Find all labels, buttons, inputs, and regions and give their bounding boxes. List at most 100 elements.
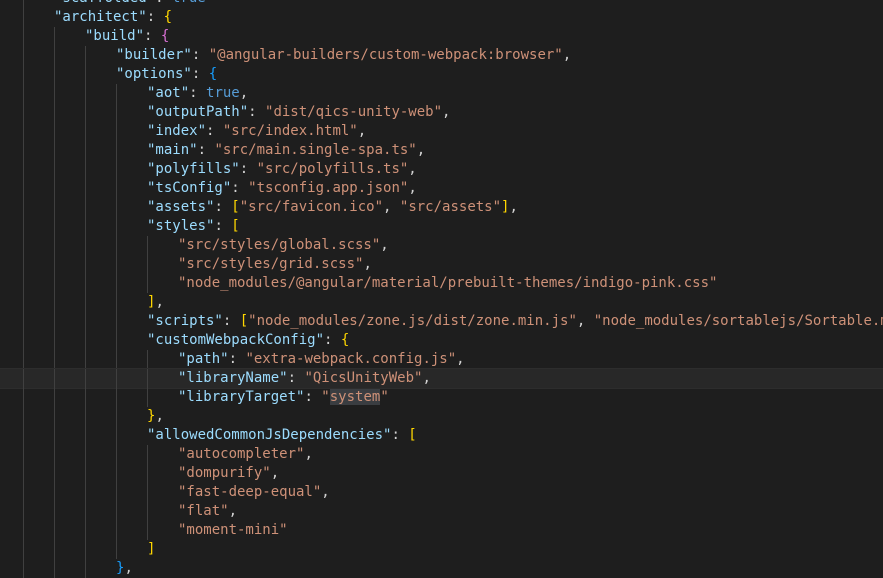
indent-guide <box>116 540 117 559</box>
code-line[interactable]: "index": "src/index.html", <box>0 122 883 141</box>
code-token: "node_modules/zone.js/dist/zone.min.js" <box>248 313 577 329</box>
code-line[interactable]: "allowedCommonJsDependencies": [ <box>0 426 883 445</box>
indent-guide <box>116 160 117 179</box>
code-content: "src/styles/grid.scss", <box>178 256 372 272</box>
code-token: "scripts" <box>147 313 223 329</box>
code-token: { <box>340 332 350 348</box>
indent-guide <box>54 540 55 559</box>
indent-guide <box>54 388 55 407</box>
code-line[interactable]: "scripts": ["node_modules/zone.js/dist/z… <box>0 312 883 331</box>
indent-guide <box>85 84 86 103</box>
code-line[interactable]: "customWebpackConfig": { <box>0 331 883 350</box>
code-line[interactable]: "outputPath": "dist/qics-unity-web", <box>0 103 883 122</box>
code-line[interactable]: ], <box>0 293 883 312</box>
code-token: "src/main.single-spa.ts" <box>214 142 417 158</box>
code-token: : <box>155 0 172 6</box>
code-token: { <box>208 66 218 82</box>
code-line[interactable]: "autocompleter", <box>0 445 883 464</box>
code-token: , <box>155 408 164 424</box>
code-line[interactable]: }, <box>0 407 883 426</box>
indent-guide <box>85 122 86 141</box>
indent-guide <box>147 274 148 293</box>
code-token: : <box>146 9 164 25</box>
indent-guide <box>85 559 86 578</box>
indent-guide <box>23 8 24 27</box>
indent-guide <box>54 502 55 521</box>
code-line[interactable]: "src/styles/grid.scss", <box>0 255 883 274</box>
code-token: "src/favicon.ico" <box>239 199 384 215</box>
indent-guide <box>116 217 117 236</box>
code-token: , <box>562 47 572 63</box>
code-line[interactable]: ] <box>0 540 883 559</box>
code-line-current[interactable]: "libraryName": "QicsUnityWeb", <box>0 368 883 389</box>
code-line[interactable]: "flat", <box>0 502 883 521</box>
code-token: "aot" <box>147 85 190 101</box>
indent-guide <box>54 255 55 274</box>
code-token: "scaffolded" <box>54 0 155 6</box>
code-line[interactable]: "fast-deep-equal", <box>0 483 883 502</box>
indent-guide <box>54 65 55 84</box>
code-token: "extra-webpack.config.js" <box>245 351 457 367</box>
code-line[interactable]: "main": "src/main.single-spa.ts", <box>0 141 883 160</box>
code-content: "polyfills": "src/polyfills.ts", <box>147 161 417 177</box>
indent-guide <box>116 369 117 388</box>
code-content: "assets": ["src/favicon.ico", "src/asset… <box>147 199 518 215</box>
code-token: "polyfills" <box>147 161 240 177</box>
code-token: "dompurify" <box>178 465 271 481</box>
indent-guide <box>23 350 24 369</box>
indent-guide <box>23 27 24 46</box>
indent-guide <box>147 255 148 274</box>
code-line[interactable]: "assets": ["src/favicon.ico", "src/asset… <box>0 198 883 217</box>
indent-guide <box>23 179 24 198</box>
code-line[interactable]: "polyfills": "src/polyfills.ts", <box>0 160 883 179</box>
code-line[interactable]: "architect": { <box>0 8 883 27</box>
code-token: : <box>287 370 305 386</box>
code-line[interactable]: "node_modules/@angular/material/prebuilt… <box>0 274 883 293</box>
indent-guide <box>85 65 86 84</box>
code-content: "builder": "@angular-builders/custom-web… <box>116 47 571 63</box>
indent-guide <box>23 293 24 312</box>
indent-guide <box>147 521 148 540</box>
indent-guide <box>116 502 117 521</box>
indent-guide <box>23 483 24 502</box>
indent-guide <box>54 122 55 141</box>
code-content: "build": { <box>85 28 169 44</box>
indent-guide <box>116 426 117 445</box>
code-token: , <box>380 237 389 253</box>
code-token: "src/index.html" <box>222 123 358 139</box>
indent-guide <box>54 160 55 179</box>
code-line[interactable]: "scaffolded": true <box>0 0 883 8</box>
code-line[interactable]: "moment-mini" <box>0 521 883 540</box>
code-line[interactable]: "src/styles/global.scss", <box>0 236 883 255</box>
code-token: : <box>304 389 322 405</box>
indent-guide <box>23 502 24 521</box>
code-line[interactable]: "build": { <box>0 27 883 46</box>
code-token: , <box>383 199 400 215</box>
code-token: , <box>456 351 465 367</box>
indent-guide <box>116 293 117 312</box>
code-token: "customWebpackConfig" <box>147 332 325 348</box>
code-line[interactable]: "dompurify", <box>0 464 883 483</box>
code-token: , <box>422 370 431 386</box>
code-line[interactable]: }, <box>0 559 883 578</box>
indent-guide <box>54 483 55 502</box>
indent-guide <box>54 217 55 236</box>
code-editor[interactable]: "scaffolded": true"architect": {"build":… <box>0 0 883 578</box>
code-line[interactable]: "builder": "@angular-builders/custom-web… <box>0 46 883 65</box>
code-line[interactable]: "libraryTarget": "system" <box>0 388 883 407</box>
code-line[interactable]: "styles": [ <box>0 217 883 236</box>
code-line[interactable]: "aot": true, <box>0 84 883 103</box>
code-token: , <box>228 503 238 519</box>
code-token: "dist/qics-unity-web" <box>265 104 443 120</box>
code-token: , <box>270 465 280 481</box>
code-content: }, <box>116 560 133 576</box>
code-token: " <box>380 389 389 405</box>
indent-guide <box>147 502 148 521</box>
code-line[interactable]: "tsConfig": "tsconfig.app.json", <box>0 179 883 198</box>
selected-text: system <box>329 389 381 405</box>
code-content: "customWebpackConfig": { <box>147 332 349 348</box>
code-content: "allowedCommonJsDependencies": [ <box>147 427 417 443</box>
code-token: "build" <box>85 28 145 44</box>
code-line[interactable]: "path": "extra-webpack.config.js", <box>0 350 883 369</box>
code-line[interactable]: "options": { <box>0 65 883 84</box>
